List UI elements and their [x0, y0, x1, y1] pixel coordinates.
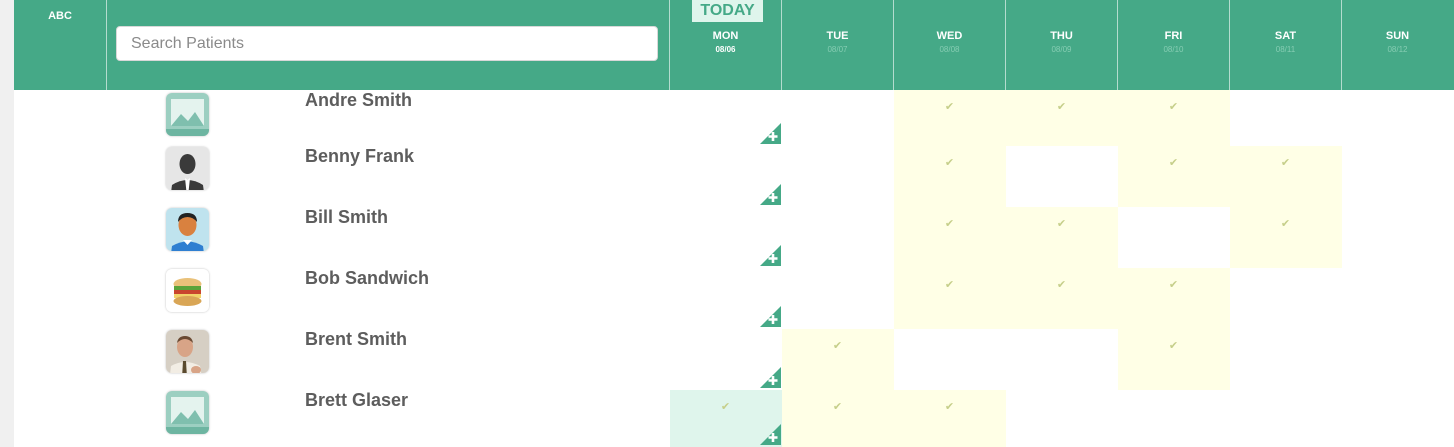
appointment-cell-fri[interactable]: [1118, 90, 1230, 146]
check-icon: ✔: [944, 401, 955, 413]
check-icon: ✔: [944, 279, 955, 291]
day-header-fri[interactable]: FRI 08/10: [1118, 30, 1229, 54]
check-icon: ✔: [944, 157, 955, 169]
check-icon: ✔: [1280, 218, 1291, 230]
add-visit-icon[interactable]: [760, 184, 781, 205]
check-icon: ✔: [720, 401, 731, 413]
appointment-cell-wed[interactable]: [894, 90, 1006, 146]
day-date: 08/08: [939, 45, 960, 54]
check-icon: ✔: [1056, 218, 1067, 230]
day-name: SAT: [1274, 30, 1297, 42]
day-header-wed[interactable]: WED 08/08: [894, 30, 1005, 54]
day-name: SUN: [1385, 30, 1410, 42]
image-placeholder-icon: [166, 391, 209, 434]
patient-name[interactable]: Bill Smith: [305, 207, 388, 228]
check-icon: ✔: [1056, 279, 1067, 291]
check-icon: ✔: [1168, 157, 1179, 169]
day-header-tue[interactable]: TUE 08/07: [782, 30, 893, 54]
day-header-mon[interactable]: MON 08/06: [670, 30, 781, 54]
check-icon: ✔: [1168, 279, 1179, 291]
sandwich-icon: [166, 269, 209, 312]
check-icon: ✔: [1168, 340, 1179, 352]
check-icon: ✔: [1056, 101, 1067, 113]
today-badge: TODAY: [692, 0, 763, 22]
patient-name[interactable]: Brett Glaser: [305, 390, 408, 411]
check-icon: ✔: [944, 218, 955, 230]
add-visit-icon[interactable]: [760, 306, 781, 327]
appointment-cell-thu[interactable]: [1006, 90, 1118, 146]
add-visit-icon[interactable]: [760, 123, 781, 144]
day-name: WED: [936, 30, 963, 42]
day-name: FRI: [1164, 30, 1183, 42]
search-patients-input[interactable]: [116, 26, 658, 61]
patient-name[interactable]: Bob Sandwich: [305, 268, 429, 289]
patient-name[interactable]: Benny Frank: [305, 146, 414, 167]
add-visit-icon[interactable]: [760, 424, 781, 445]
appointment-cell-wed[interactable]: [894, 390, 1006, 447]
day-date: 08/11: [1275, 45, 1296, 54]
add-visit-icon[interactable]: [760, 367, 781, 388]
day-name: THU: [1050, 30, 1073, 42]
day-date: 08/06: [715, 45, 736, 54]
image-placeholder-icon: [166, 93, 209, 136]
day-header-thu[interactable]: THU 08/09: [1006, 30, 1117, 54]
schedule-header: ABC TODAY MON 08/06 TUE 08/07 WED 08/08 THU…: [14, 0, 1454, 90]
cartoon-man-icon: [166, 208, 209, 251]
check-icon: ✔: [832, 401, 843, 413]
day-date: 08/07: [827, 45, 848, 54]
day-date: 08/09: [1051, 45, 1072, 54]
appointment-cell-tue[interactable]: [782, 390, 894, 447]
day-name: MON: [712, 30, 739, 42]
patient-name[interactable]: Brent Smith: [305, 329, 407, 350]
person-silhouette-icon: [166, 147, 209, 190]
header-divider: [106, 0, 107, 90]
sort-abc-label[interactable]: ABC: [14, 10, 106, 22]
day-header-sun[interactable]: SUN 08/12: [1342, 30, 1453, 54]
patient-name[interactable]: Andre Smith: [305, 90, 412, 111]
day-date: 08/12: [1387, 45, 1408, 54]
day-header-sat[interactable]: SAT 08/11: [1230, 30, 1341, 54]
scheduler-app: ABC TODAY MON 08/06 TUE 08/07 WED 08/08 THU…: [14, 0, 1454, 447]
check-icon: ✔: [832, 340, 843, 352]
day-name: TUE: [826, 30, 849, 42]
man-photo-icon: [166, 330, 209, 373]
add-visit-icon[interactable]: [760, 245, 781, 266]
check-icon: ✔: [944, 101, 955, 113]
day-date: 08/10: [1163, 45, 1184, 54]
check-icon: ✔: [1280, 157, 1291, 169]
check-icon: ✔: [1168, 101, 1179, 113]
